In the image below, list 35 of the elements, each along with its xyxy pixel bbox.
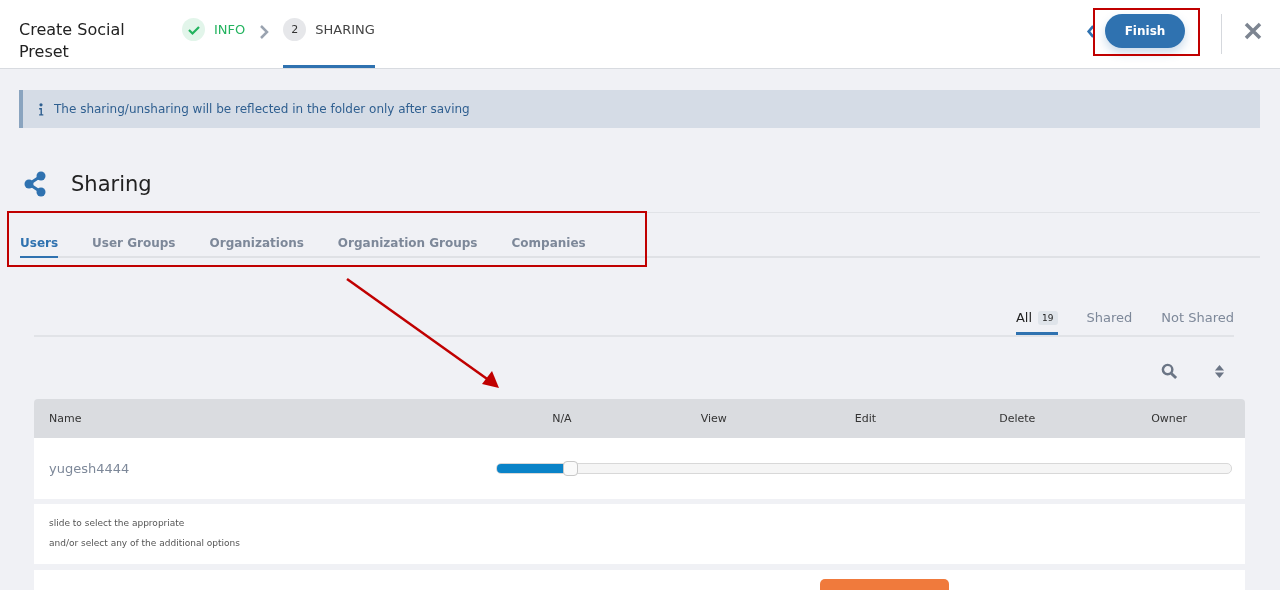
wizard-step[interactable]: INFO	[182, 0, 246, 68]
tab[interactable]: Organizations	[209, 236, 304, 258]
permission-slider[interactable]	[496, 463, 1232, 474]
finish-button[interactable]: Finish	[1105, 14, 1185, 48]
column-header: Name	[48, 412, 82, 425]
tab[interactable]: Organization Groups	[337, 236, 478, 258]
chevron-left-icon[interactable]	[1086, 23, 1095, 39]
info-message: The sharing/unsharing will be reflected in the folder only after saving	[54, 102, 470, 116]
column-header: Owner	[1151, 412, 1188, 425]
close-icon[interactable]	[1244, 22, 1262, 40]
wizard-step[interactable]: 2 SHARING	[283, 0, 375, 68]
column-header: N/A	[552, 412, 572, 425]
chevron-right-icon	[259, 25, 270, 39]
check-icon	[182, 18, 205, 41]
tab[interactable]: User Groups	[92, 236, 176, 258]
step-number: 2	[283, 18, 307, 41]
sort-icon[interactable]	[1214, 363, 1225, 379]
hint-text: and/or select any of the additional options	[49, 537, 241, 550]
share-icon	[23, 171, 47, 197]
user-name: yugesh4444	[48, 461, 131, 476]
dialog-title: Create Social Preset	[18, 19, 126, 63]
info-icon	[38, 102, 44, 116]
section-title: Sharing	[71, 172, 152, 196]
hint-text: slide to select the appropriate	[49, 517, 186, 530]
search-icon[interactable]	[1161, 362, 1178, 380]
filter-tab[interactable]: All 19	[1015, 303, 1058, 335]
column-header: Delete	[999, 412, 1036, 425]
tab[interactable]: Users	[20, 236, 59, 258]
count-badge: 19	[1038, 310, 1058, 325]
tab[interactable]: Companies	[511, 236, 586, 258]
filter-tab[interactable]: Shared	[1086, 303, 1133, 335]
slider-thumb[interactable]	[563, 461, 579, 476]
column-header: Edit	[854, 412, 877, 425]
filter-tab[interactable]: Not Shared	[1161, 303, 1234, 335]
column-header: View	[700, 412, 727, 425]
